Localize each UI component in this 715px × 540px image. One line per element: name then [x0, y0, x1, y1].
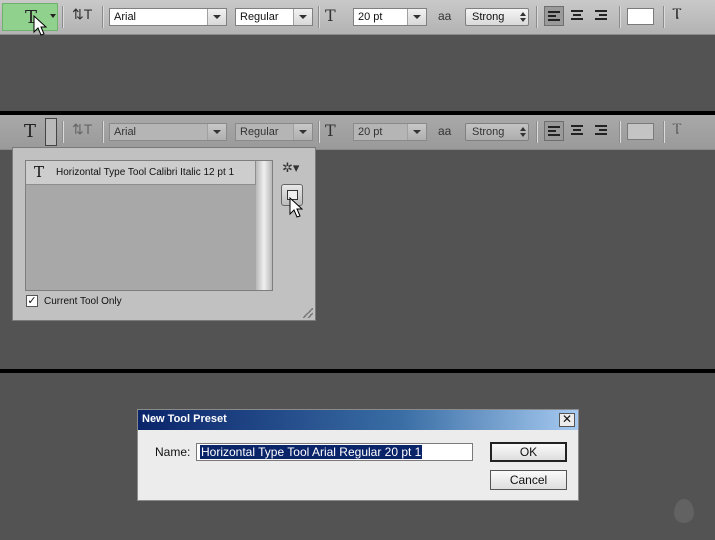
- align-right-button[interactable]: [592, 121, 612, 141]
- divider: [102, 121, 104, 143]
- font-family-select[interactable]: Arial: [109, 8, 227, 26]
- name-value: Horizontal Type Tool Arial Regular 20 pt…: [200, 445, 423, 459]
- chevron-down-icon: [50, 14, 56, 18]
- align-center-button[interactable]: [568, 6, 588, 26]
- antialias-value: Strong: [472, 11, 505, 23]
- chevron-down-icon[interactable]: [207, 124, 226, 140]
- current-tool-only-label: Current Tool Only: [44, 296, 122, 307]
- font-style-select[interactable]: Regular: [235, 8, 313, 26]
- divider: [663, 121, 665, 143]
- divider: [536, 6, 538, 28]
- close-button[interactable]: ✕: [559, 413, 575, 427]
- tool-preset-picker-panel: T Horizontal Type Tool Calibri Italic 12…: [12, 147, 316, 321]
- divider: [663, 6, 665, 28]
- options-bar-1: T ⇅T Arial Regular T 20 pt aa Strong Ⲧ: [0, 0, 715, 35]
- preset-picker-arrow-pressed[interactable]: [45, 118, 57, 146]
- type-tool-icon: T: [34, 163, 45, 181]
- antialias-select[interactable]: Strong: [465, 8, 529, 26]
- divider: [102, 6, 104, 28]
- font-family-value: Arial: [114, 11, 137, 23]
- divider: [62, 6, 64, 28]
- cancel-button[interactable]: Cancel: [490, 470, 567, 490]
- dialog-titlebar[interactable]: New Tool Preset ✕: [138, 410, 578, 430]
- font-family-select[interactable]: Arial: [109, 123, 227, 141]
- section-divider: [0, 369, 715, 373]
- font-style-value: Regular: [240, 126, 279, 138]
- watermark-logo: [674, 499, 694, 523]
- scrollbar[interactable]: [256, 161, 272, 290]
- ok-button[interactable]: OK: [490, 442, 567, 462]
- text-color-swatch[interactable]: [627, 123, 654, 140]
- font-size-icon: T: [325, 121, 336, 140]
- align-left-button[interactable]: [544, 6, 564, 26]
- name-label: Name:: [155, 445, 191, 459]
- name-input[interactable]: Horizontal Type Tool Arial Regular 20 pt…: [196, 443, 473, 461]
- preset-label: Horizontal Type Tool Calibri Italic 12 p…: [56, 167, 235, 178]
- chevron-down-icon[interactable]: [293, 124, 312, 140]
- chevron-down-icon[interactable]: [293, 9, 312, 25]
- font-size-select[interactable]: 20 pt: [353, 123, 427, 141]
- change-text-orientation-icon[interactable]: ⇅T: [72, 6, 92, 23]
- type-tool-icon: T: [24, 121, 37, 142]
- resize-grip-icon[interactable]: [303, 308, 313, 318]
- antialias-value: Strong: [472, 126, 505, 138]
- warp-text-icon[interactable]: Ⲧ: [672, 6, 682, 24]
- tool-preset-picker-button[interactable]: T: [2, 3, 58, 31]
- font-size-icon: T: [325, 6, 336, 25]
- align-left-button[interactable]: [544, 121, 564, 141]
- font-size-select[interactable]: 20 pt: [353, 8, 427, 26]
- antialias-select[interactable]: Strong: [465, 123, 529, 141]
- warp-text-icon[interactable]: Ⲧ: [672, 121, 682, 139]
- font-size-value: 20 pt: [358, 11, 383, 23]
- text-color-swatch[interactable]: [627, 8, 654, 25]
- preset-list: T Horizontal Type Tool Calibri Italic 12…: [25, 160, 273, 291]
- font-style-value: Regular: [240, 11, 279, 23]
- list-item[interactable]: T Horizontal Type Tool Calibri Italic 12…: [26, 161, 256, 185]
- divider: [536, 121, 538, 143]
- chevron-down-icon[interactable]: [207, 9, 226, 25]
- font-size-value: 20 pt: [358, 126, 383, 138]
- gear-icon[interactable]: ✲▾: [282, 160, 299, 176]
- dialog-title: New Tool Preset: [142, 413, 227, 425]
- divider: [62, 121, 64, 143]
- change-text-orientation-icon[interactable]: ⇅T: [72, 121, 92, 138]
- align-center-button[interactable]: [568, 121, 588, 141]
- chevron-down-icon[interactable]: [407, 124, 426, 140]
- antialias-icon: aa: [438, 124, 452, 138]
- chevron-down-icon[interactable]: [407, 9, 426, 25]
- antialias-icon: aa: [438, 9, 452, 23]
- divider: [619, 6, 621, 28]
- divider: [318, 6, 320, 28]
- current-tool-only-checkbox[interactable]: ✓: [26, 295, 38, 307]
- divider: [619, 121, 621, 143]
- divider: [318, 121, 320, 143]
- options-bar-2: T ⇅T Arial Regular T 20 pt aa Strong Ⲧ: [0, 115, 715, 150]
- new-tool-preset-dialog: New Tool Preset ✕ Name: Horizontal Type …: [137, 409, 579, 501]
- font-style-select[interactable]: Regular: [235, 123, 313, 141]
- font-family-value: Arial: [114, 126, 137, 138]
- align-right-button[interactable]: [592, 6, 612, 26]
